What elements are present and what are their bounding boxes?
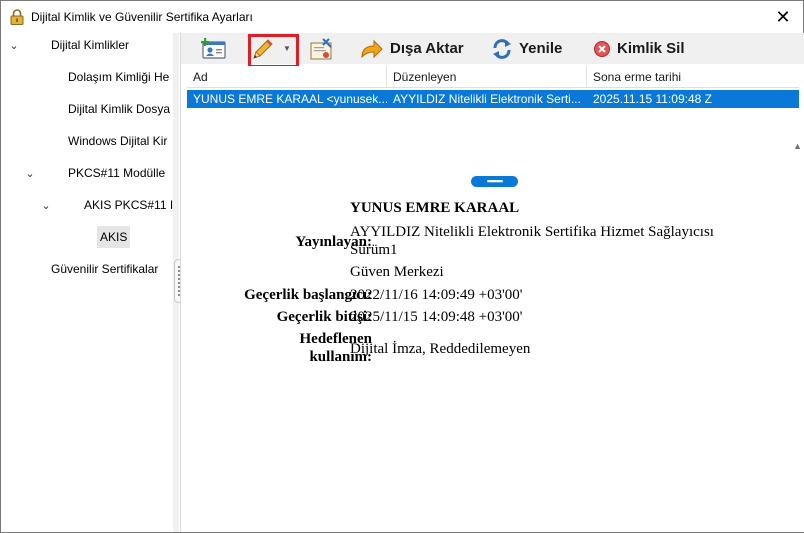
chevron-down-icon[interactable]: ⌄ bbox=[7, 34, 21, 56]
issuer-value-line3: Güven Merkezi bbox=[350, 264, 444, 280]
tree-item-digital-ids[interactable]: Dijital Kimlikler bbox=[51, 34, 129, 56]
close-icon: ✕ bbox=[775, 6, 791, 27]
tree-item-akis-pkcs11[interactable]: AKIS PKCS#11 I bbox=[84, 194, 173, 216]
tree-item-id-files[interactable]: Dijital Kimlik Dosya bbox=[68, 98, 170, 120]
lock-icon bbox=[10, 9, 24, 25]
tree-item-pkcs11-modules[interactable]: PKCS#11 Modülle bbox=[68, 162, 165, 184]
subject-name: YUNUS EMRE KARAAL bbox=[350, 200, 520, 216]
valid-to-value: 2025/11/15 14:09:48 +03'00' bbox=[350, 309, 523, 325]
valid-from-value: 2022/11/16 14:09:49 +03'00' bbox=[350, 287, 523, 303]
issuer-value-line1: AYYILDIZ Nitelikli Elektronik Sertifika … bbox=[350, 224, 714, 240]
title-bar: Dijital Kimlik ve Güvenilir Sertifika Ay… bbox=[1, 1, 803, 33]
certificate-details: YUNUS EMRE KARAAL Yayınlayan: AYYILDIZ N… bbox=[181, 33, 804, 532]
close-button[interactable]: ✕ bbox=[763, 1, 803, 33]
chevron-down-icon[interactable]: ⌄ bbox=[39, 194, 53, 216]
usage-value: Dijital İmza, Reddedilemeyen bbox=[350, 341, 531, 357]
tree-item-roaming-id[interactable]: Dolaşım Kimliği He bbox=[68, 66, 169, 88]
chevron-down-icon[interactable]: ⌄ bbox=[23, 162, 37, 184]
tree-item-trusted-certificates[interactable]: Güvenilir Sertifikalar bbox=[51, 258, 158, 280]
tree-item-akis[interactable]: AKIS bbox=[97, 226, 131, 248]
settings-tree: ⌄ Dijital Kimlikler Dolaşım Kimliği He D… bbox=[1, 33, 173, 532]
window-title: Dijital Kimlik ve Güvenilir Sertifika Ay… bbox=[31, 10, 253, 24]
issuer-value-line2: Sürüm1 bbox=[350, 242, 398, 258]
identity-panel: ▼ Dışa Aktar Yenile Kimlik Sil Ad Düzenl… bbox=[180, 33, 804, 532]
tree-item-windows-ids[interactable]: Windows Dijital Kir bbox=[68, 130, 167, 152]
dialog-window: Dijital Kimlik ve Güvenilir Sertifika Ay… bbox=[0, 0, 804, 533]
